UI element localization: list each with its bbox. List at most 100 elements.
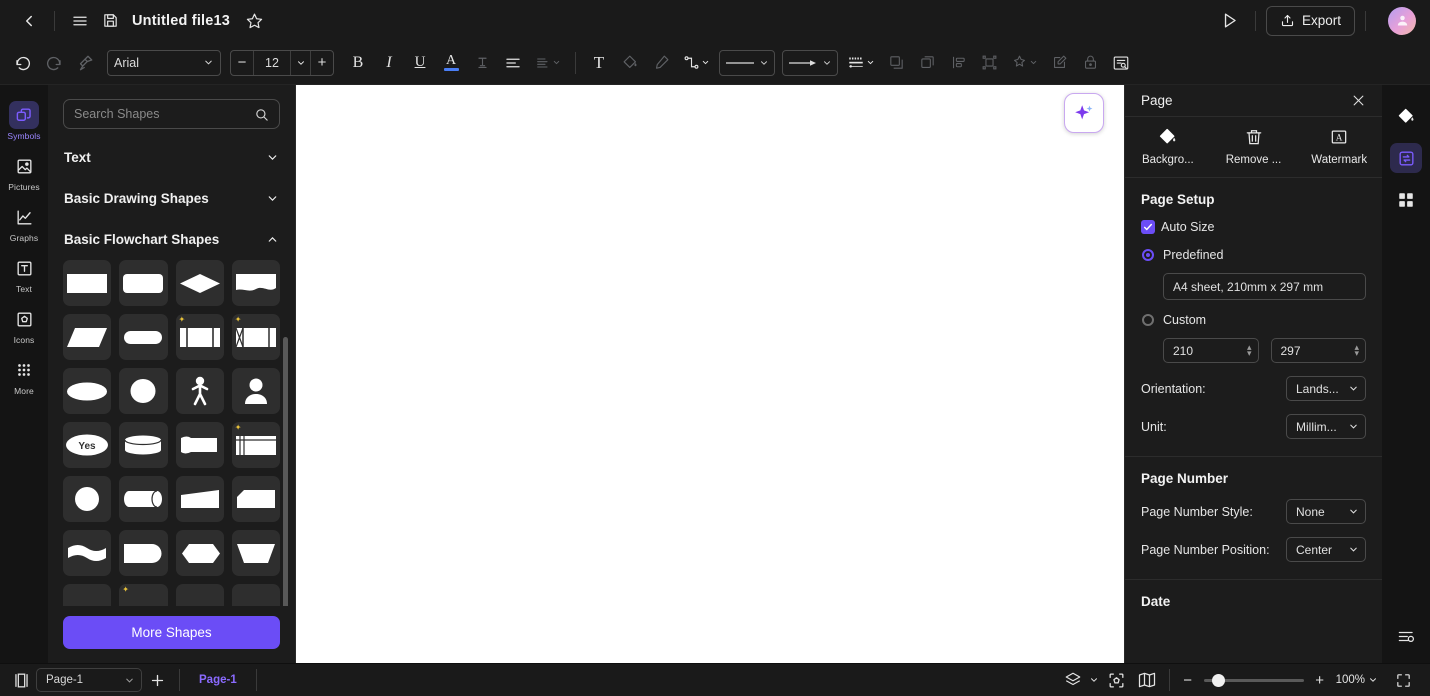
page-panel-toggle-icon[interactable] — [6, 667, 36, 693]
width-stepper[interactable]: ▴ ▾ — [1247, 342, 1252, 358]
star-outline-icon[interactable] — [239, 6, 269, 36]
font-size-increase-button[interactable]: + — [311, 51, 333, 75]
section-basic-drawing-shapes[interactable]: Basic Drawing Shapes — [63, 178, 280, 219]
strikethrough-button[interactable] — [467, 48, 497, 78]
zoom-in-button[interactable]: + — [1313, 672, 1327, 689]
zoom-level-dropdown[interactable]: 100% — [1336, 674, 1378, 686]
page-number-position-dropdown[interactable]: Center — [1286, 537, 1366, 562]
right-rail-grid-icon[interactable] — [1390, 185, 1422, 215]
undo-icon[interactable] — [8, 48, 38, 78]
shape-search-box[interactable] — [63, 99, 280, 129]
shadow-icon[interactable] — [881, 48, 911, 78]
layers-icon[interactable] — [1060, 667, 1086, 693]
pen-icon[interactable] — [646, 48, 676, 78]
page-height-input[interactable]: 297 ▴ ▾ — [1270, 338, 1366, 363]
shape-delay[interactable] — [119, 530, 168, 576]
shape-decision[interactable] — [175, 260, 224, 306]
lock-icon[interactable] — [1075, 48, 1105, 78]
section-text[interactable]: Text — [63, 137, 280, 178]
hamburger-menu-icon[interactable] — [65, 6, 95, 36]
copy-layers-icon[interactable] — [912, 48, 942, 78]
shape-terminator[interactable] — [119, 314, 168, 360]
shape-partial-4[interactable] — [231, 584, 280, 606]
shape-stored-data-cylinder[interactable] — [119, 422, 168, 468]
ai-sparkle-button[interactable] — [1064, 93, 1104, 133]
page-select-dropdown[interactable]: Page-1 — [36, 668, 142, 692]
shape-internal-storage[interactable]: ✦ — [231, 314, 280, 360]
bold-button[interactable]: B — [343, 48, 373, 78]
magic-wand-icon[interactable] — [1005, 48, 1043, 78]
connector-icon[interactable] — [677, 48, 715, 78]
sidebar-item-symbols[interactable]: Symbols — [1, 95, 47, 144]
zoom-slider-thumb[interactable] — [1211, 673, 1225, 687]
align-objects-icon[interactable] — [943, 48, 973, 78]
back-icon[interactable] — [14, 6, 44, 36]
align-left-icon[interactable] — [498, 48, 528, 78]
remove-button[interactable]: Remove ... — [1211, 127, 1297, 166]
zoom-slider[interactable] — [1203, 673, 1304, 687]
fullscreen-icon[interactable] — [1388, 667, 1418, 693]
layers-dropdown-chevron[interactable] — [1086, 667, 1102, 693]
sidebar-item-graphs[interactable]: Graphs — [1, 197, 47, 246]
shape-ellipse-connector[interactable] — [63, 368, 112, 414]
line-spacing-icon[interactable] — [529, 48, 567, 78]
shape-rounded-process[interactable] — [119, 260, 168, 306]
page-width-input[interactable]: 210 ▴ ▾ — [1163, 338, 1259, 363]
shape-partial-1[interactable] — [63, 584, 112, 606]
edit-pencil-icon[interactable] — [1044, 48, 1074, 78]
sidebar-item-text[interactable]: Text — [1, 248, 47, 297]
focus-icon[interactable] — [1102, 667, 1132, 693]
arrow-type-dropdown[interactable] — [782, 49, 838, 76]
canvas[interactable] — [296, 85, 1124, 663]
shape-document[interactable] — [231, 260, 280, 306]
format-painter-icon[interactable] — [70, 48, 100, 78]
custom-radio[interactable] — [1142, 314, 1154, 326]
shape-circle[interactable] — [119, 368, 168, 414]
shape-manual-input[interactable] — [175, 476, 224, 522]
background-button[interactable]: Backgro... — [1125, 127, 1211, 166]
shape-tape-data[interactable] — [175, 422, 224, 468]
font-size-dropdown[interactable] — [291, 50, 311, 75]
redo-icon[interactable] — [39, 48, 69, 78]
find-replace-icon[interactable] — [1106, 48, 1136, 78]
shape-partial-2[interactable]: ✦ — [119, 584, 168, 606]
shape-manual-operation-person[interactable] — [175, 368, 224, 414]
shape-multi-document[interactable]: ✦ — [231, 422, 280, 468]
add-page-button[interactable] — [142, 667, 172, 693]
orientation-dropdown[interactable]: Lands... — [1286, 376, 1366, 401]
shape-predefined-process[interactable]: ✦ — [175, 314, 224, 360]
page-number-style-dropdown[interactable]: None — [1286, 499, 1366, 524]
user-avatar[interactable] — [1388, 6, 1416, 35]
font-family-select[interactable]: Arial — [107, 49, 221, 76]
line-type-dropdown[interactable] — [719, 49, 775, 76]
section-basic-flowchart-shapes[interactable]: Basic Flowchart Shapes — [63, 219, 280, 260]
shape-preparation-hexagon[interactable] — [175, 530, 224, 576]
shape-user-person[interactable] — [231, 368, 280, 414]
shape-yes-decision[interactable]: Yes — [63, 422, 112, 468]
shape-extract-trapezoid[interactable] — [231, 530, 280, 576]
watermark-button[interactable]: A Watermark — [1296, 127, 1382, 166]
sidebar-item-more[interactable]: More — [1, 350, 47, 399]
export-button[interactable]: Export — [1265, 5, 1355, 36]
text-box-button[interactable]: T — [584, 48, 614, 78]
shape-paper-tape[interactable] — [63, 530, 112, 576]
shapes-scrollbar-thumb[interactable] — [283, 337, 288, 606]
save-floppy-icon[interactable] — [95, 6, 125, 36]
shape-card[interactable] — [231, 476, 280, 522]
shape-data-parallelogram[interactable] — [63, 314, 112, 360]
shape-process[interactable] — [63, 260, 112, 306]
play-triangle-icon[interactable] — [1215, 6, 1245, 36]
document-title[interactable]: Untitled file13 — [132, 13, 230, 29]
line-weight-icon[interactable] — [842, 48, 880, 78]
right-rail-settings-icon[interactable] — [1390, 621, 1422, 651]
group-icon[interactable] — [974, 48, 1004, 78]
map-overview-icon[interactable] — [1132, 667, 1162, 693]
more-shapes-button[interactable]: More Shapes — [63, 616, 280, 649]
search-input[interactable] — [74, 107, 248, 121]
page-tab-page-1[interactable]: Page-1 — [187, 674, 249, 686]
auto-size-checkbox[interactable] — [1141, 220, 1155, 234]
sidebar-item-icons[interactable]: Icons — [1, 299, 47, 348]
paint-bucket-icon[interactable] — [615, 48, 645, 78]
italic-button[interactable]: I — [374, 48, 404, 78]
shape-direct-access-storage[interactable] — [119, 476, 168, 522]
